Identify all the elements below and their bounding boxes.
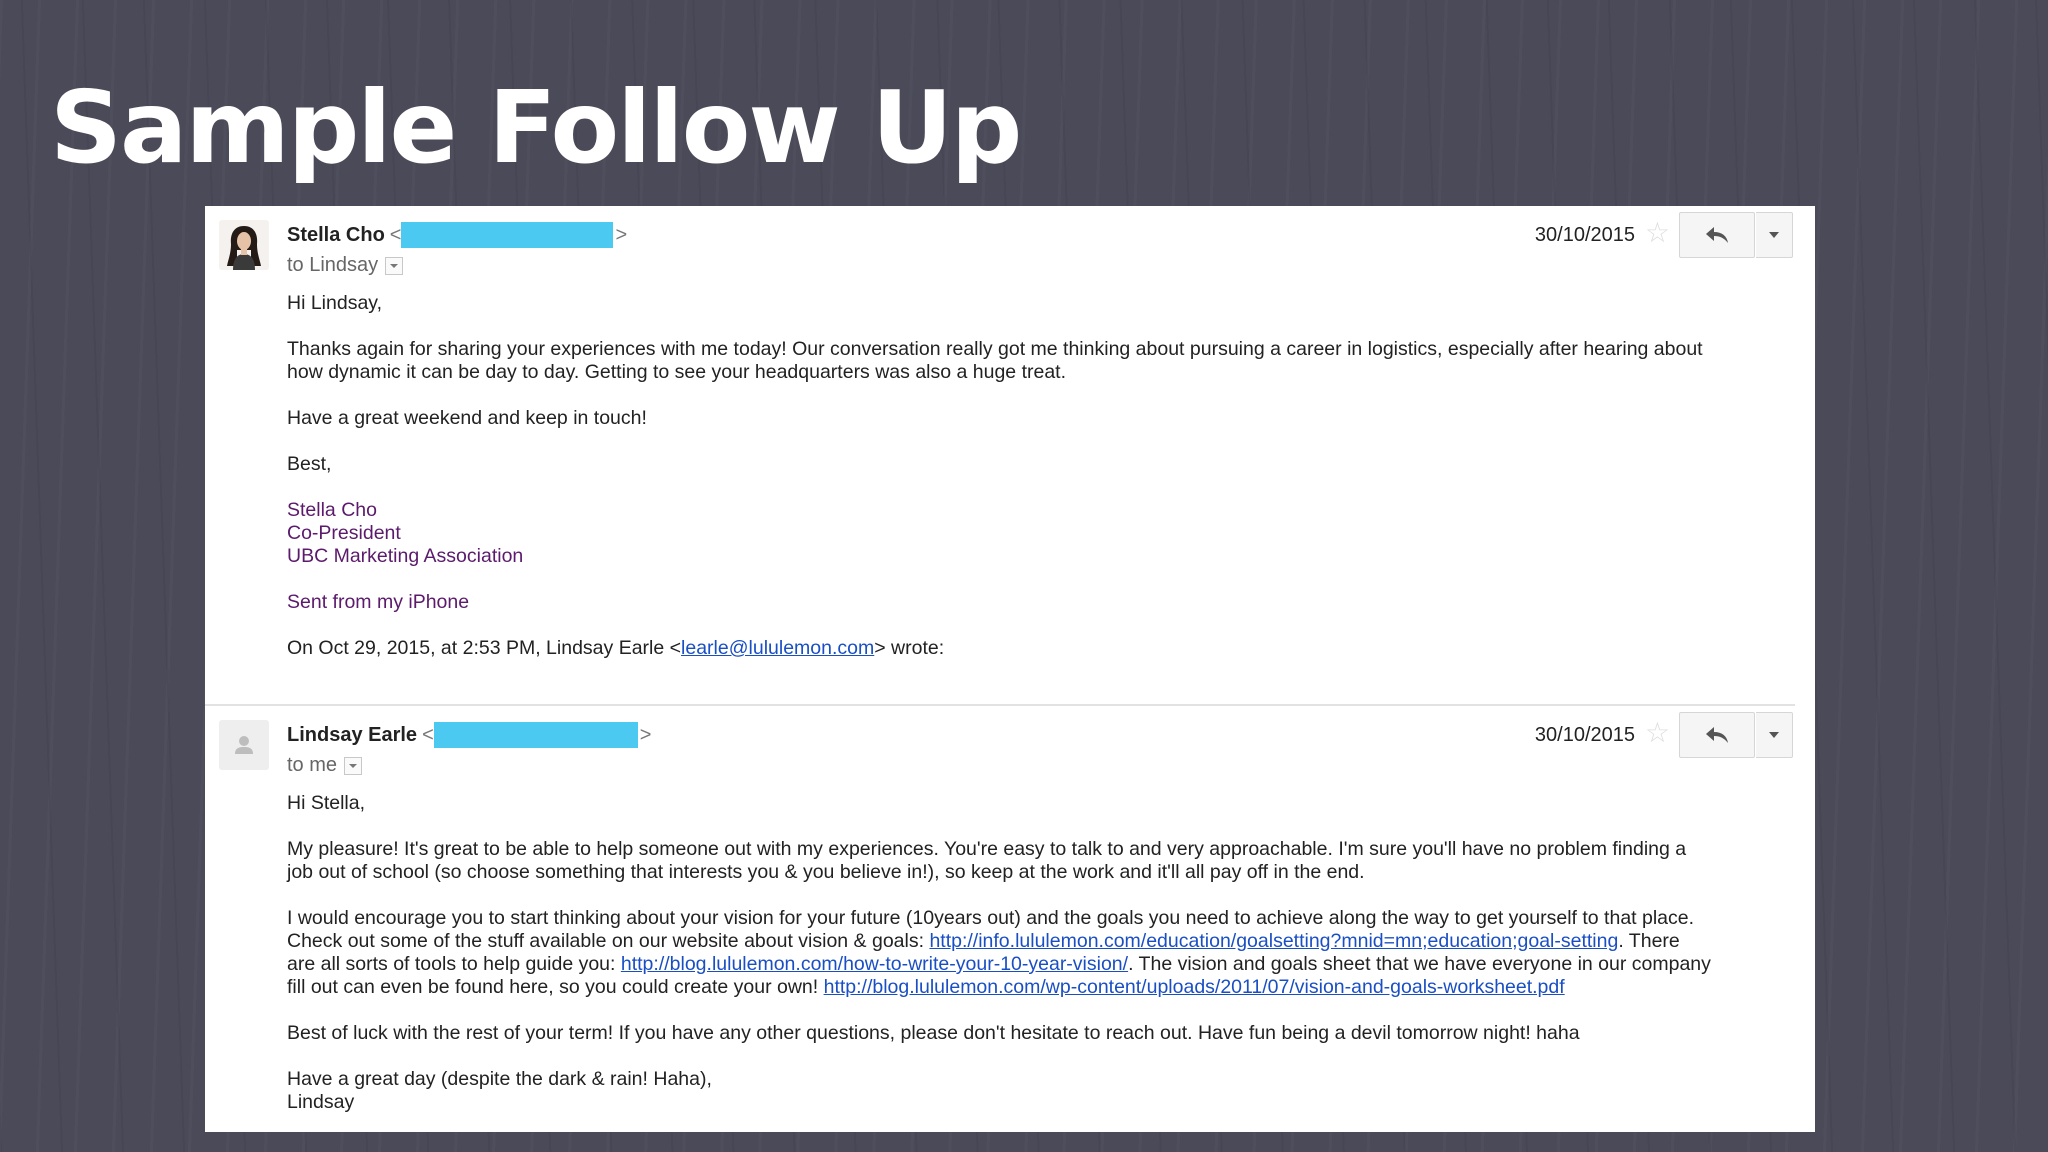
recipient-line: to me: [287, 754, 363, 777]
sent-from: Sent from my iPhone: [287, 591, 470, 613]
slide-title: Sample Follow Up: [50, 69, 1022, 186]
sender-line: Lindsay Earle < >: [287, 720, 651, 750]
avatar[interactable]: [219, 220, 269, 270]
sender-line: Stella Cho < >: [287, 220, 627, 250]
reply-button[interactable]: [1679, 712, 1755, 758]
message-body: Hi Stella, My pleasure! It's great to be…: [287, 792, 1787, 1132]
default-avatar-icon: [235, 736, 253, 754]
signature-block: Stella Cho Co-President UBC Marketing As…: [287, 499, 1787, 614]
quote-prefix: On Oct 29, 2015, at 2:53 PM, Lindsay Ear…: [287, 637, 682, 659]
angle-open: <: [422, 723, 434, 746]
reply-icon: [1706, 227, 1728, 243]
redacted-email: [401, 222, 614, 248]
signoff: Have a great day (despite the dark & rai…: [287, 1068, 712, 1113]
vision-paragraph: I would encourage you to start thinking …: [287, 907, 1787, 999]
star-icon[interactable]: ☆: [1645, 218, 1670, 248]
message-date: 30/10/2015: [1534, 724, 1635, 746]
message-date: 30/10/2015: [1534, 224, 1635, 246]
redacted-email: [433, 722, 638, 748]
body-paragraph: Best,: [287, 453, 332, 475]
signature: Stella Cho Co-President UBC Marketing As…: [287, 499, 524, 567]
sender-photo-icon: [219, 220, 269, 270]
body-paragraph: My pleasure! It's great to be able to he…: [287, 838, 1687, 883]
greeting: Hi Lindsay,: [287, 292, 383, 314]
message-divider: [205, 704, 1795, 706]
more-options-button[interactable]: [1756, 712, 1793, 758]
body-paragraph: Have a great weekend and keep in touch!: [287, 407, 647, 429]
show-details-toggle[interactable]: [344, 756, 363, 775]
quote-header: On Oct 29, 2015, at 2:53 PM, Lindsay Ear…: [287, 637, 1787, 660]
chevron-down-icon: [1769, 732, 1779, 738]
reply-icon: [1706, 727, 1728, 743]
body-paragraph: Thanks again for sharing your experience…: [287, 338, 1703, 383]
reply-button[interactable]: [1679, 212, 1755, 258]
quote-email-link[interactable]: learle@lululemon.com: [681, 637, 874, 659]
closing-paragraph: Best of luck with the rest of your term!…: [287, 1022, 1580, 1044]
sender-name[interactable]: Stella Cho: [287, 224, 385, 247]
angle-close: >: [639, 723, 652, 746]
star-icon[interactable]: ☆: [1645, 718, 1670, 748]
message-body: Hi Lindsay, Thanks again for sharing you…: [287, 292, 1787, 683]
goalsetting-link[interactable]: http://info.lululemon.com/education/goal…: [929, 930, 1618, 952]
more-options-button[interactable]: [1756, 212, 1793, 258]
worksheet-link[interactable]: http://blog.lululemon.com/wp-content/upl…: [824, 976, 1565, 998]
angle-open: <: [389, 223, 402, 246]
recipient-text: to me: [287, 754, 338, 776]
sender-name[interactable]: Lindsay Earle: [287, 724, 417, 747]
angle-close: >: [615, 223, 628, 246]
avatar[interactable]: [219, 720, 269, 770]
show-details-toggle[interactable]: [385, 256, 404, 275]
recipient-line: to Lindsay: [287, 254, 404, 277]
recipient-text: to Lindsay: [287, 254, 379, 276]
email-thread: Stella Cho < > to Lindsay 30/10/2015 ☆ H…: [205, 206, 1815, 1132]
quote-suffix: > wrote:: [874, 637, 945, 659]
chevron-down-icon: [1769, 232, 1779, 238]
greeting: Hi Stella,: [287, 792, 366, 814]
vision-blog-link[interactable]: http://blog.lululemon.com/how-to-write-y…: [621, 953, 1128, 975]
